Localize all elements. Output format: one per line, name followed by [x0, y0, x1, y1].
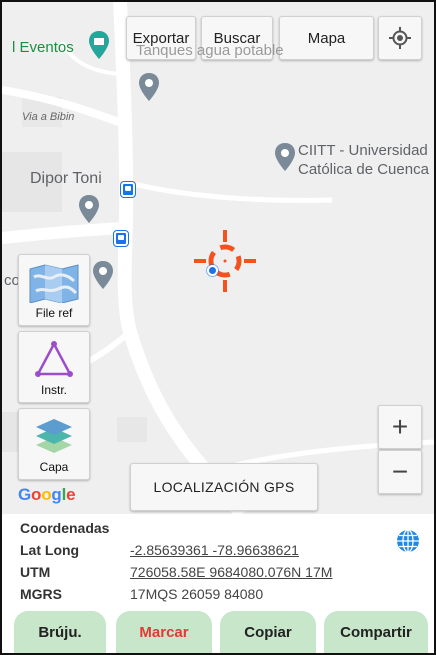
- latlong-label: Lat Long: [20, 542, 80, 558]
- gps-location-button[interactable]: LOCALIZACIÓN GPS: [130, 463, 318, 511]
- my-location-button[interactable]: [378, 16, 422, 60]
- map-type-button[interactable]: Mapa: [279, 16, 374, 60]
- file-ref-label: File ref: [35, 306, 73, 320]
- layers-icon: [36, 419, 72, 453]
- utm-label: UTM: [20, 564, 51, 580]
- poi-label-ciitt-2: Católica de Cuenca: [298, 161, 429, 178]
- bus-stop-icon[interactable]: [114, 231, 128, 246]
- utm-value[interactable]: 726058.58E 9684080.076N 17M: [130, 564, 332, 580]
- coordinates-panel: Coordenadas Lat Long -2.85639361 -78.966…: [2, 514, 434, 606]
- search-button[interactable]: Buscar: [201, 16, 273, 60]
- file-ref-button[interactable]: File ref: [18, 254, 90, 326]
- poi-label-ciitt-1: CIITT - Universidad: [298, 142, 428, 159]
- map-pin-icon[interactable]: [92, 260, 114, 290]
- share-button[interactable]: Compartir: [324, 611, 428, 653]
- instruments-button[interactable]: Instr.: [18, 331, 90, 403]
- map-pin-icon[interactable]: [138, 72, 160, 102]
- event-pin-icon[interactable]: [88, 30, 110, 60]
- app-frame: l Eventos Exportar Buscar Mapa Tanques a…: [0, 0, 436, 655]
- map-pin-icon[interactable]: [274, 142, 296, 172]
- mark-button[interactable]: Marcar: [116, 611, 212, 653]
- globe-icon[interactable]: [396, 529, 420, 553]
- crosshair-location-icon: [389, 27, 411, 49]
- zoom-out-button[interactable]: −: [378, 450, 422, 494]
- latlong-value[interactable]: -2.85639361 -78.96638621: [130, 542, 299, 558]
- target-crosshair-icon: [194, 230, 256, 292]
- instruments-label: Instr.: [40, 383, 67, 397]
- poi-label-dipor: Dipor Toni: [30, 170, 102, 187]
- export-button[interactable]: Exportar: [126, 16, 196, 60]
- coordinates-heading: Coordenadas: [20, 520, 110, 536]
- current-location-dot: [207, 265, 218, 276]
- bus-stop-icon[interactable]: [121, 182, 135, 197]
- layers-button[interactable]: Capa: [18, 408, 90, 480]
- mgrs-value: 17MQS 26059 84080: [130, 586, 264, 602]
- triangle-icon: [35, 341, 73, 377]
- google-attribution: Google: [18, 485, 76, 504]
- layers-label: Capa: [39, 460, 69, 474]
- compass-button[interactable]: Brúju.: [14, 611, 106, 653]
- map-pin-icon[interactable]: [78, 194, 100, 224]
- map-view[interactable]: l Eventos Exportar Buscar Mapa Tanques a…: [2, 2, 434, 514]
- copy-button[interactable]: Copiar: [220, 611, 316, 653]
- zoom-in-button[interactable]: +: [378, 405, 422, 449]
- map-folded-icon: [29, 264, 79, 303]
- poi-label-events: l Eventos: [12, 39, 74, 56]
- mgrs-label: MGRS: [20, 586, 62, 602]
- road-label-via: Via a Bibin: [22, 111, 75, 123]
